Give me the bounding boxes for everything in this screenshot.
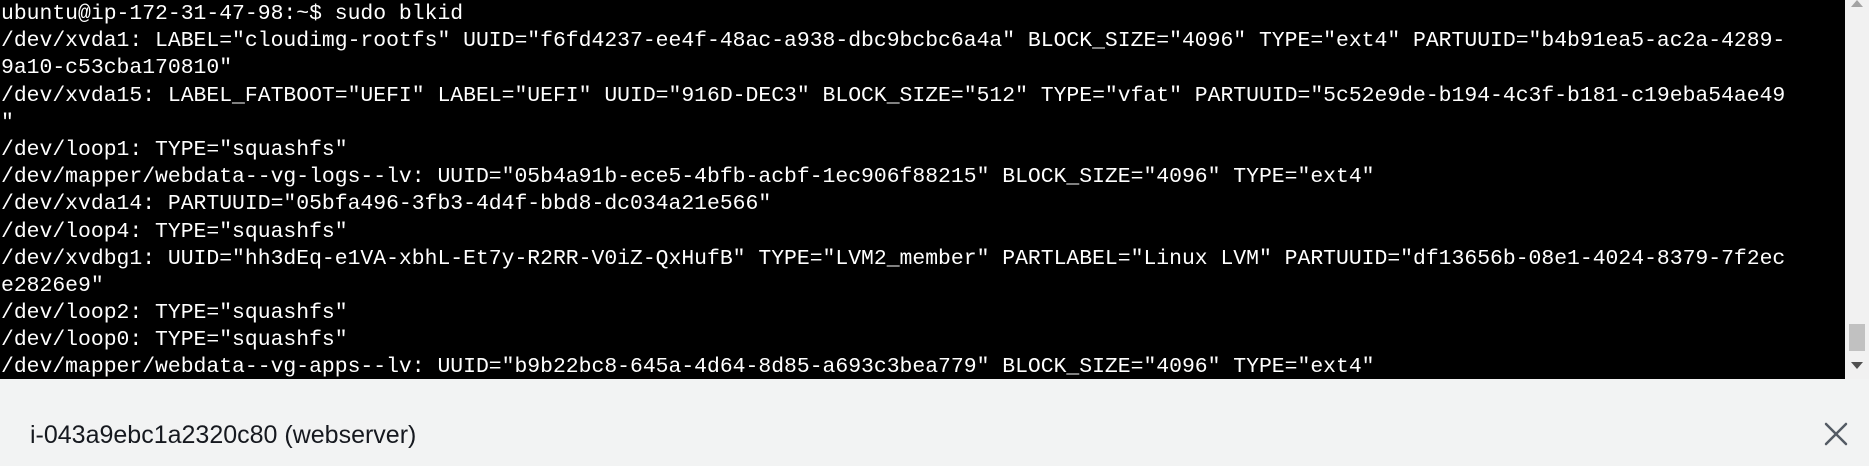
- terminal-line: /dev/xvda14: PARTUUID="05bfa496-3fb3-4d4…: [1, 192, 772, 217]
- terminal-line: /dev/loop4: TYPE="squashfs": [1, 219, 348, 244]
- terminal-line: /dev/xvdbg1: UUID="hh3dEq-e1VA-xbhL-Et7y…: [1, 246, 1786, 271]
- close-icon: [1824, 422, 1848, 446]
- session-footer: i-043a9ebc1a2320c80 (webserver): [0, 379, 1869, 466]
- terminal-line: /dev/xvda15: LABEL_FATBOOT="UEFI" LABEL=…: [1, 83, 1786, 108]
- instance-label: i-043a9ebc1a2320c80 (webserver): [30, 421, 417, 449]
- terminal-line: /dev/loop0: TYPE="squashfs": [1, 328, 348, 353]
- terminal-line: e2826e9": [1, 273, 104, 298]
- scroll-down-arrow-icon[interactable]: [1851, 362, 1863, 369]
- terminal-line: /dev/mapper/webdata--vg-logs--lv: UUID="…: [1, 165, 1375, 190]
- close-button[interactable]: [1822, 420, 1850, 448]
- terminal-line: /dev/loop2: TYPE="squashfs": [1, 301, 348, 326]
- terminal-line: ubuntu@ip-172-31-47-98:~$ sudo blkid: [1, 2, 464, 26]
- terminal-window[interactable]: ubuntu@ip-172-31-47-98:~$ sudo blkid/dev…: [0, 0, 1845, 379]
- scroll-up-arrow-icon[interactable]: [1851, 0, 1863, 7]
- terminal-scrollbar[interactable]: [1845, 0, 1869, 379]
- terminal-output: ubuntu@ip-172-31-47-98:~$ sudo blkid/dev…: [0, 1, 1845, 379]
- terminal-line: /dev/mapper/webdata--vg-apps--lv: UUID="…: [1, 355, 1375, 379]
- terminal-line: ": [1, 110, 14, 135]
- terminal-line: /dev/xvda1: LABEL="cloudimg-rootfs" UUID…: [1, 29, 1786, 54]
- terminal-line: /dev/loop1: TYPE="squashfs": [1, 137, 348, 162]
- terminal-line: 9a10-c53cba170810": [1, 56, 233, 81]
- scroll-thumb[interactable]: [1849, 324, 1865, 351]
